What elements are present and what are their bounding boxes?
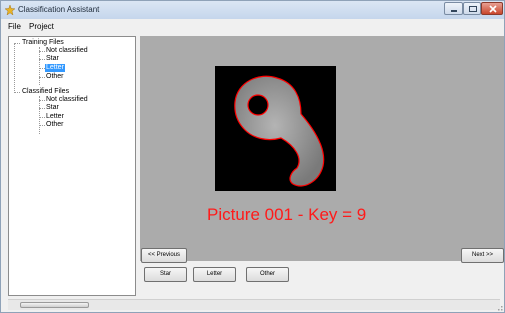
minimize-button[interactable] bbox=[444, 2, 463, 15]
digit-image bbox=[215, 66, 336, 191]
minimize-icon bbox=[451, 10, 457, 12]
tree-training-star[interactable]: Star bbox=[46, 55, 59, 63]
tree-connector bbox=[14, 92, 20, 93]
resize-grip-icon[interactable] bbox=[495, 303, 503, 311]
maximize-icon bbox=[469, 6, 477, 12]
tree-connector bbox=[39, 51, 45, 52]
tree-connector bbox=[39, 108, 45, 109]
menu-file[interactable]: File bbox=[8, 22, 21, 31]
tree-connector bbox=[39, 100, 45, 101]
tree-classified-other[interactable]: Other bbox=[46, 121, 64, 129]
tree-classified-files[interactable]: Classified Files bbox=[22, 88, 69, 96]
menu-project[interactable]: Project bbox=[29, 22, 54, 31]
star-button[interactable]: Star bbox=[144, 267, 187, 282]
tree-classified-star[interactable]: Star bbox=[46, 104, 59, 112]
horizontal-scrollbar[interactable] bbox=[8, 299, 500, 310]
tree-classified-not-classified[interactable]: Not classified bbox=[46, 96, 88, 104]
close-icon bbox=[489, 5, 497, 13]
tree-training-files[interactable]: Training Files bbox=[22, 39, 64, 47]
tree-classified-letter[interactable]: Letter bbox=[46, 113, 64, 121]
tree-connector bbox=[39, 47, 40, 85]
image-viewer: Picture 001 - Key = 9 bbox=[140, 36, 504, 261]
app-icon bbox=[5, 5, 15, 15]
tree-training-letter[interactable]: Letter bbox=[45, 64, 65, 72]
tree-connector bbox=[14, 43, 15, 93]
tree-connector bbox=[39, 77, 45, 78]
tree-training-not-classified[interactable]: Not classified bbox=[46, 47, 88, 55]
previous-button[interactable]: << Previous bbox=[141, 248, 187, 263]
next-button[interactable]: Next >> bbox=[461, 248, 504, 263]
maximize-button[interactable] bbox=[463, 2, 481, 15]
tree-connector bbox=[39, 59, 45, 60]
tree-connector bbox=[14, 43, 20, 44]
picture-caption: Picture 001 - Key = 9 bbox=[207, 205, 367, 224]
close-button[interactable] bbox=[481, 2, 503, 15]
scrollbar-thumb[interactable] bbox=[20, 302, 89, 308]
app-window: Classification Assistant File Project Tr… bbox=[0, 0, 505, 313]
menu-bar: File Project bbox=[1, 19, 504, 34]
tree-connector bbox=[39, 96, 40, 134]
window-title: Classification Assistant bbox=[18, 5, 100, 14]
tree-connector bbox=[39, 125, 45, 126]
tree-connector bbox=[39, 117, 45, 118]
title-bar[interactable]: Classification Assistant bbox=[1, 1, 504, 20]
file-tree[interactable]: Training Files Not classified Star Lette… bbox=[8, 36, 136, 296]
letter-button[interactable]: Letter bbox=[193, 267, 236, 282]
other-button[interactable]: Other bbox=[246, 267, 289, 282]
tree-training-other[interactable]: Other bbox=[46, 73, 64, 81]
